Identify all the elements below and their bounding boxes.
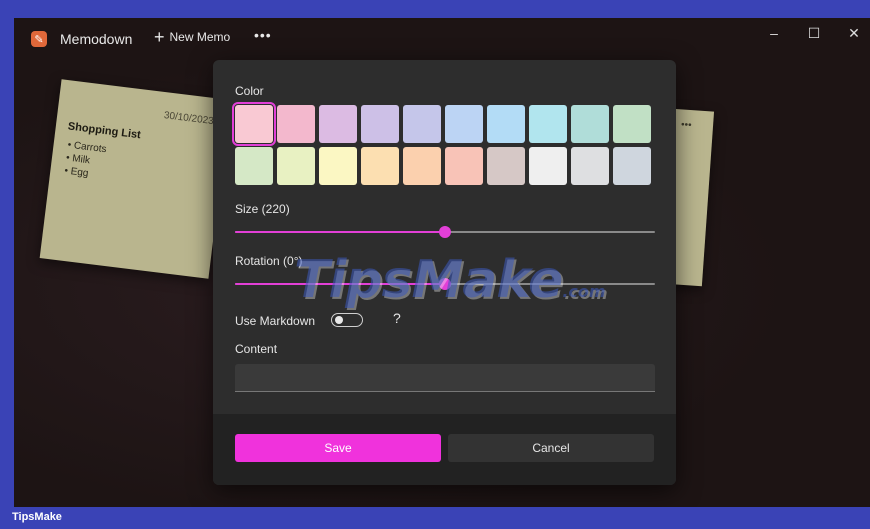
maximize-button[interactable]: ☐ <box>804 23 824 43</box>
color-swatch[interactable] <box>445 105 483 143</box>
color-swatch[interactable] <box>232 102 276 146</box>
note-title: Shopping List <box>67 120 142 142</box>
plus-icon: + <box>154 27 165 47</box>
pencil-icon: ✎ <box>31 31 47 47</box>
size-slider[interactable] <box>235 226 655 238</box>
dialog-footer: Save Cancel <box>213 414 676 485</box>
slider-thumb[interactable] <box>439 226 451 238</box>
color-swatch[interactable] <box>361 105 399 143</box>
note-list: Carrots Milk Egg <box>64 139 108 182</box>
memo-note-shopping[interactable]: 30/10/2023 Shopping List Carrots Milk Eg… <box>39 79 231 279</box>
color-swatch[interactable] <box>277 105 315 143</box>
color-swatch[interactable] <box>445 147 483 185</box>
color-swatch[interactable] <box>571 105 609 143</box>
rotation-label: Rotation (0°) <box>235 254 303 268</box>
markdown-label: Use Markdown <box>235 314 316 328</box>
more-options-button[interactable]: ••• <box>254 27 272 43</box>
color-swatch[interactable] <box>235 147 273 185</box>
rotation-slider[interactable] <box>235 278 655 290</box>
new-memo-label: New Memo <box>169 30 231 44</box>
save-button[interactable]: Save <box>235 434 441 462</box>
color-label: Color <box>235 84 264 98</box>
minimize-button[interactable]: – <box>764 23 784 43</box>
color-swatch[interactable] <box>529 105 567 143</box>
note-menu-button[interactable]: ••• <box>681 119 692 131</box>
color-swatch[interactable] <box>571 147 609 185</box>
slider-fill <box>235 231 445 233</box>
close-button[interactable]: ✕ <box>844 23 864 43</box>
color-swatch[interactable] <box>403 105 441 143</box>
color-swatch[interactable] <box>529 147 567 185</box>
cancel-button[interactable]: Cancel <box>448 434 654 462</box>
slider-fill <box>235 283 445 285</box>
color-swatch[interactable] <box>319 147 357 185</box>
app-window: ✎ Memodown + New Memo ••• – ☐ ✕ 30/10/20… <box>14 18 870 507</box>
app-title: Memodown <box>60 31 133 47</box>
help-icon[interactable]: ? <box>393 310 401 326</box>
edit-memo-dialog: Color Size (220) Rotation (0°) Use Markd… <box>213 60 676 485</box>
new-memo-button[interactable]: + New Memo <box>154 27 231 47</box>
bottom-banner-label: TipsMake <box>12 511 62 523</box>
content-input[interactable] <box>235 364 655 392</box>
color-swatch-grid <box>232 102 655 185</box>
color-swatch[interactable] <box>361 147 399 185</box>
slider-thumb[interactable] <box>439 278 451 290</box>
note-date: 30/10/2023 <box>163 110 215 128</box>
color-swatch[interactable] <box>487 105 525 143</box>
size-label: Size (220) <box>235 202 290 216</box>
markdown-toggle[interactable] <box>331 313 363 327</box>
color-swatch[interactable] <box>613 147 651 185</box>
bottom-banner: TipsMake <box>0 507 870 529</box>
title-bar: ✎ Memodown + New Memo ••• – ☐ ✕ <box>14 18 870 58</box>
color-swatch[interactable] <box>277 147 315 185</box>
color-swatch[interactable] <box>403 147 441 185</box>
content-label: Content <box>235 342 278 356</box>
color-swatch[interactable] <box>487 147 525 185</box>
color-swatch[interactable] <box>319 105 357 143</box>
color-swatch[interactable] <box>613 105 651 143</box>
toggle-knob <box>335 316 343 324</box>
